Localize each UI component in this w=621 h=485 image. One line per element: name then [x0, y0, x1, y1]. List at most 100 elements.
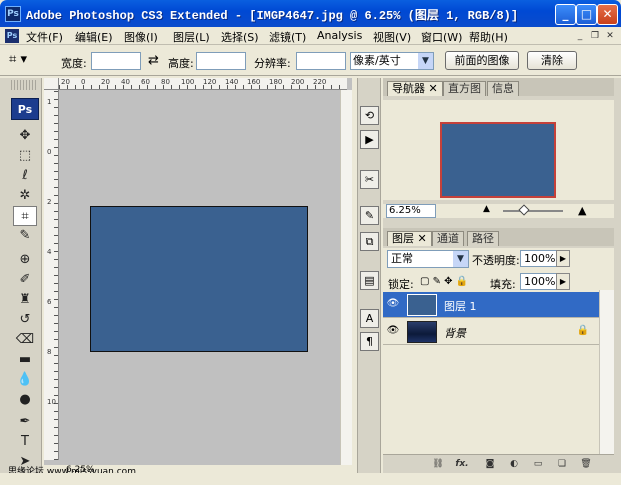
- opacity-field[interactable]: 100% ▶: [520, 250, 570, 267]
- layer-comps-icon[interactable]: ▤: [360, 271, 379, 290]
- menu-help[interactable]: 帮助(H): [469, 29, 508, 45]
- menu-layer[interactable]: 图层(L): [173, 29, 210, 45]
- blend-mode-select[interactable]: 正常 ▼: [387, 250, 469, 268]
- eye-icon[interactable]: 👁: [386, 297, 400, 311]
- layer-name[interactable]: 背景: [444, 325, 466, 341]
- eye-icon[interactable]: 👁: [386, 324, 400, 338]
- tab-label: 导航器: [392, 82, 425, 95]
- zoom-in-icon[interactable]: ▲: [578, 204, 586, 217]
- tab-layers[interactable]: 图层 ✕: [387, 231, 432, 246]
- close-button[interactable]: ✕: [597, 4, 618, 25]
- chevron-down-icon[interactable]: ▼: [418, 53, 433, 69]
- character-palette-icon[interactable]: A: [360, 309, 379, 328]
- zoom-slider-thumb[interactable]: [518, 204, 530, 216]
- tab-channels[interactable]: 通道: [432, 231, 464, 246]
- menu-edit[interactable]: 编辑(E): [75, 29, 113, 45]
- ruler-top-label: 120: [203, 78, 217, 86]
- layer-row[interactable]: 👁 背景 🔒: [383, 319, 599, 345]
- lock-label: 锁定:: [388, 278, 414, 291]
- gradient-icon[interactable]: ▬: [13, 350, 37, 370]
- menu-image[interactable]: 图像(I): [124, 29, 158, 45]
- tab-navigator[interactable]: 导航器 ✕: [387, 81, 443, 96]
- layer-name[interactable]: 图层 1: [444, 298, 477, 314]
- vertical-scrollbar[interactable]: [340, 90, 352, 465]
- healing-icon[interactable]: ⊕: [13, 250, 37, 270]
- ruler-left-label: 1: [47, 98, 52, 106]
- doc-close-icon[interactable]: ✕: [604, 30, 616, 42]
- maximize-button[interactable]: □: [576, 4, 597, 25]
- image-canvas[interactable]: [90, 206, 308, 352]
- swap-icon[interactable]: ⇄: [148, 53, 159, 68]
- type-icon[interactable]: T: [13, 432, 37, 452]
- mask-icon[interactable]: ◙: [483, 458, 497, 471]
- document-icon[interactable]: Ps: [5, 29, 19, 43]
- menu-select[interactable]: 选择(S): [221, 29, 259, 45]
- panel-grip[interactable]: [11, 80, 38, 90]
- resolution-field[interactable]: [296, 52, 346, 70]
- pen-icon[interactable]: ✒: [13, 412, 37, 432]
- width-field[interactable]: [91, 52, 141, 70]
- history-palette-icon[interactable]: ⟲: [360, 106, 379, 125]
- dodge-icon[interactable]: ●: [13, 390, 37, 410]
- adjustment-icon[interactable]: ◐: [507, 458, 521, 471]
- zoom-slider[interactable]: [503, 210, 563, 212]
- fill-arrow-icon[interactable]: ▶: [556, 273, 570, 290]
- height-field[interactable]: [196, 52, 246, 70]
- fill-field[interactable]: 100% ▶: [520, 273, 570, 290]
- tab-label: 图层: [392, 232, 414, 245]
- ruler-top-label: 20: [101, 78, 110, 86]
- clone-source-icon[interactable]: ⧉: [360, 232, 379, 251]
- brushes-palette-icon[interactable]: ✎: [360, 206, 379, 225]
- move-icon[interactable]: ✥: [13, 126, 37, 146]
- slice-icon[interactable]: ✎: [13, 226, 37, 246]
- menu-file[interactable]: 文件(F): [26, 29, 63, 45]
- history-brush-icon[interactable]: ↺: [13, 310, 37, 330]
- new-layer-icon[interactable]: ❏: [555, 458, 569, 471]
- tab-paths[interactable]: 路径: [467, 231, 499, 246]
- trash-icon[interactable]: 🗑: [579, 458, 593, 471]
- group-icon[interactable]: ▭: [531, 458, 545, 471]
- link-icon[interactable]: ⛓: [431, 458, 445, 471]
- front-image-button[interactable]: 前面的图像: [445, 51, 519, 70]
- navigator-thumbnail[interactable]: [440, 122, 556, 198]
- menu-filter[interactable]: 滤镜(T): [269, 29, 306, 45]
- layers-scrollbar[interactable]: [599, 290, 614, 454]
- fx-icon[interactable]: fx.: [455, 458, 469, 471]
- navigator-preview: [383, 100, 614, 200]
- layer-thumbnail[interactable]: [407, 321, 437, 343]
- right-edge: [614, 78, 621, 473]
- stamp-icon[interactable]: ♜: [13, 290, 37, 310]
- marquee-icon[interactable]: ⬚: [13, 146, 37, 166]
- clear-button[interactable]: 清除: [527, 51, 577, 70]
- doc-minimize-icon[interactable]: _: [574, 30, 586, 42]
- crop-preset-icon[interactable]: ⌗ ▾: [9, 52, 39, 70]
- magic-wand-icon[interactable]: ✲: [13, 186, 37, 206]
- ruler-corner[interactable]: [44, 78, 59, 90]
- brush-icon[interactable]: ✐: [13, 270, 37, 290]
- unit-select[interactable]: 像素/英寸 ▼: [350, 52, 434, 70]
- minimize-button[interactable]: _: [555, 4, 576, 25]
- actions-palette-icon[interactable]: ▶: [360, 130, 379, 149]
- menu-window[interactable]: 窗口(W): [421, 29, 462, 45]
- doc-restore-icon[interactable]: ❐: [589, 30, 601, 42]
- lock-icons[interactable]: ▢ ✎ ✥ 🔒: [420, 276, 468, 287]
- lasso-icon[interactable]: ℓ: [13, 166, 37, 186]
- navigator-zoom-field[interactable]: 6.25%: [386, 204, 436, 218]
- layer-thumbnail[interactable]: [407, 294, 437, 316]
- ps-logo[interactable]: Ps: [11, 98, 39, 120]
- tool-presets-icon[interactable]: ✂: [360, 170, 379, 189]
- tab-histogram[interactable]: 直方图: [443, 81, 486, 96]
- menu-analysis[interactable]: Analysis: [317, 29, 362, 42]
- tab-info[interactable]: 信息: [487, 81, 519, 96]
- chevron-down-icon[interactable]: ▼: [453, 251, 468, 267]
- menu-view[interactable]: 视图(V): [373, 29, 411, 45]
- zoom-out-icon[interactable]: ▲: [483, 204, 490, 214]
- blur-icon[interactable]: 💧: [13, 370, 37, 390]
- crop-icon[interactable]: ⌗: [13, 206, 37, 226]
- eraser-icon[interactable]: ⌫: [13, 330, 37, 350]
- left-edge: [0, 78, 8, 473]
- paragraph-palette-icon[interactable]: ¶: [360, 332, 379, 351]
- photoshop-app-icon[interactable]: Ps: [5, 6, 21, 22]
- layer-row[interactable]: 👁 图层 1: [383, 292, 599, 318]
- opacity-arrow-icon[interactable]: ▶: [556, 250, 570, 267]
